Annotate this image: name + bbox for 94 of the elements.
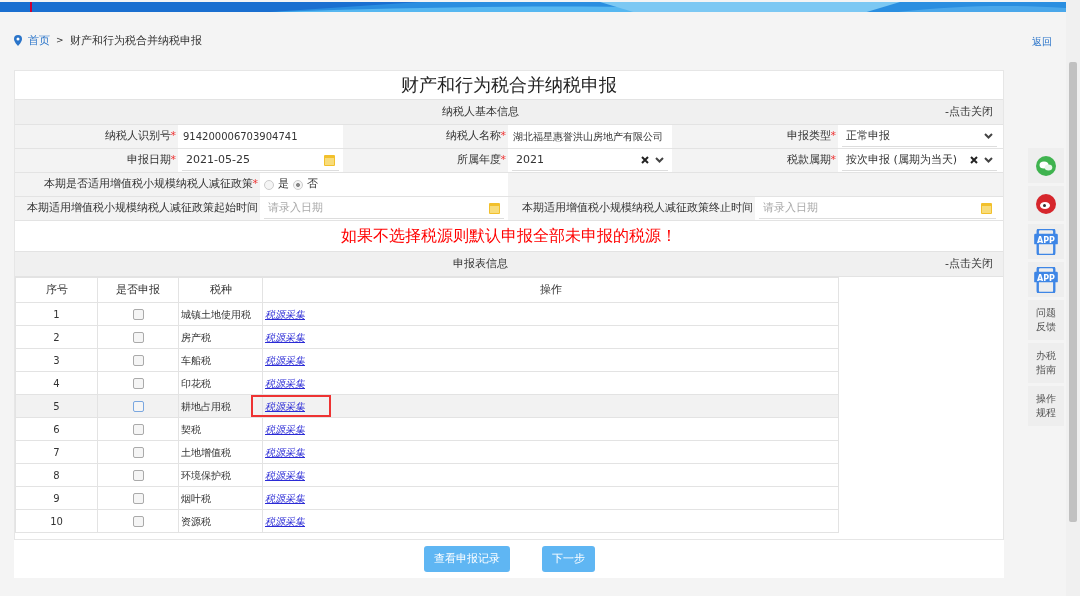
source-collect-link[interactable]: 税源采集 [265, 492, 305, 504]
page-title: 财产和行为税合并纳税申报 [400, 73, 618, 97]
required-mark: * [170, 128, 176, 145]
table-cell: 印花税 [178, 371, 263, 395]
column-header: 序号 [15, 277, 98, 303]
field-label: 本期是否适用增值税小规模纳税人减征政策 [43, 176, 253, 193]
table-cell: 8 [15, 463, 98, 487]
required-mark: * [830, 128, 836, 145]
table-cell: 烟叶税 [178, 486, 263, 510]
table-cell: 5 [15, 394, 98, 418]
checkbox[interactable] [132, 309, 144, 320]
table-cell: 环境保护税 [178, 463, 263, 487]
checkbox[interactable] [132, 424, 144, 435]
calendar-icon[interactable] [324, 154, 335, 166]
source-collect-link[interactable]: 税源采集 [265, 469, 305, 481]
date-field[interactable]: 2021-05-25 [182, 150, 339, 171]
chevron-down-icon[interactable] [984, 133, 993, 139]
section-title: 申报表信息 [451, 255, 509, 272]
breadcrumb-current: 财产和行为税合并纳税申报 [69, 32, 202, 49]
app-button[interactable]: APP [1028, 224, 1064, 259]
table-cell: 土地增值税 [178, 440, 263, 464]
field-label: 申报日期 [126, 152, 171, 169]
table-cell: 4 [15, 371, 98, 395]
checkbox[interactable] [132, 332, 144, 343]
checkbox[interactable] [132, 378, 144, 389]
table-cell: 10 [15, 509, 98, 533]
table-cell: 资源税 [178, 509, 263, 533]
scrollbar-thumb[interactable] [1069, 62, 1077, 522]
checkbox[interactable] [132, 447, 144, 458]
required-mark: * [252, 176, 258, 193]
calendar-icon[interactable] [489, 202, 500, 214]
field-label: 本期适用增值税小规模纳税人减征政策终止时间 [522, 200, 753, 217]
table-cell: 2 [15, 325, 98, 349]
table-cell: 1 [15, 302, 98, 326]
field-label: 纳税人名称 [445, 128, 501, 145]
checkbox[interactable] [132, 516, 144, 527]
checkbox[interactable] [132, 355, 144, 366]
table-cell: 契税 [178, 417, 263, 441]
clear-icon[interactable] [970, 156, 978, 164]
checkbox[interactable] [132, 493, 144, 504]
chevron-down-icon[interactable] [984, 157, 993, 163]
required-mark: * [830, 152, 836, 169]
location-pin-icon [14, 35, 22, 47]
table-cell: 3 [15, 348, 98, 372]
column-header: 是否申报 [97, 277, 179, 303]
source-collect-link[interactable]: 税源采集 [265, 377, 305, 389]
text-field[interactable]: 914200006703904741 [182, 126, 339, 147]
breadcrumb-separator: > [56, 34, 64, 48]
source-collect-link[interactable]: 税源采集 [265, 308, 305, 320]
chat-bubbles-icon[interactable] [1036, 155, 1056, 176]
source-collect-link[interactable]: 税源采集 [265, 400, 305, 412]
home-link[interactable]: 首页 [28, 32, 50, 50]
field-label: 税款属期 [786, 152, 831, 169]
required-mark: * [500, 152, 506, 169]
field-label: 本期适用增值税小规模纳税人减征政策起始时间 [27, 200, 258, 217]
text-field[interactable]: 湖北福星惠誉洪山房地产有限公司 [512, 126, 668, 147]
source-collect-link[interactable]: 税源采集 [265, 354, 305, 366]
table-cell: 6 [15, 417, 98, 441]
table-cell: 城镇土地使用税 [178, 302, 263, 326]
app-button[interactable]: APP [1028, 262, 1064, 297]
section-title: 纳税人基本信息 [440, 103, 520, 120]
checkbox[interactable] [132, 401, 144, 412]
notice-text: 如果不选择税源则默认申报全部未申报的税源！ [340, 225, 678, 247]
field-label: 纳税人识别号 [104, 128, 171, 145]
source-collect-link[interactable]: 税源采集 [265, 515, 305, 527]
source-collect-link[interactable]: 税源采集 [265, 446, 305, 458]
field-label: 所属年度 [456, 152, 501, 169]
table-cell: 7 [15, 440, 98, 464]
select-field[interactable]: 2021 [512, 150, 668, 171]
table-cell: 房产税 [178, 325, 263, 349]
select-field[interactable]: 按次申报 (属期为当天) [842, 150, 997, 171]
phone-icon [1033, 228, 1059, 255]
eye-logo-icon[interactable] [1036, 193, 1056, 214]
radio-option[interactable]: 否 [293, 176, 318, 193]
column-header: 操作 [262, 277, 839, 303]
required-mark: * [170, 152, 176, 169]
phone-icon [1033, 266, 1059, 293]
calendar-icon[interactable] [981, 202, 992, 214]
table-cell: 9 [15, 486, 98, 510]
checkbox[interactable] [132, 470, 144, 481]
collapse-link[interactable]: -点击关闭 [945, 255, 1003, 273]
back-link[interactable]: 返回 [1032, 33, 1052, 49]
select-field[interactable]: 正常申报 [842, 126, 997, 147]
column-header: 税种 [178, 277, 263, 303]
source-collect-link[interactable]: 税源采集 [265, 423, 305, 435]
table-cell: 车船税 [178, 348, 263, 372]
required-mark: * [500, 128, 506, 145]
collapse-link[interactable]: -点击关闭 [945, 103, 1003, 121]
field-label: 申报类型 [786, 128, 831, 145]
scrollbar[interactable] [1066, 0, 1080, 596]
radio-option[interactable]: 是 [264, 176, 289, 193]
source-collect-link[interactable]: 税源采集 [265, 331, 305, 343]
chevron-down-icon[interactable] [655, 157, 664, 163]
clear-icon[interactable] [641, 156, 649, 164]
